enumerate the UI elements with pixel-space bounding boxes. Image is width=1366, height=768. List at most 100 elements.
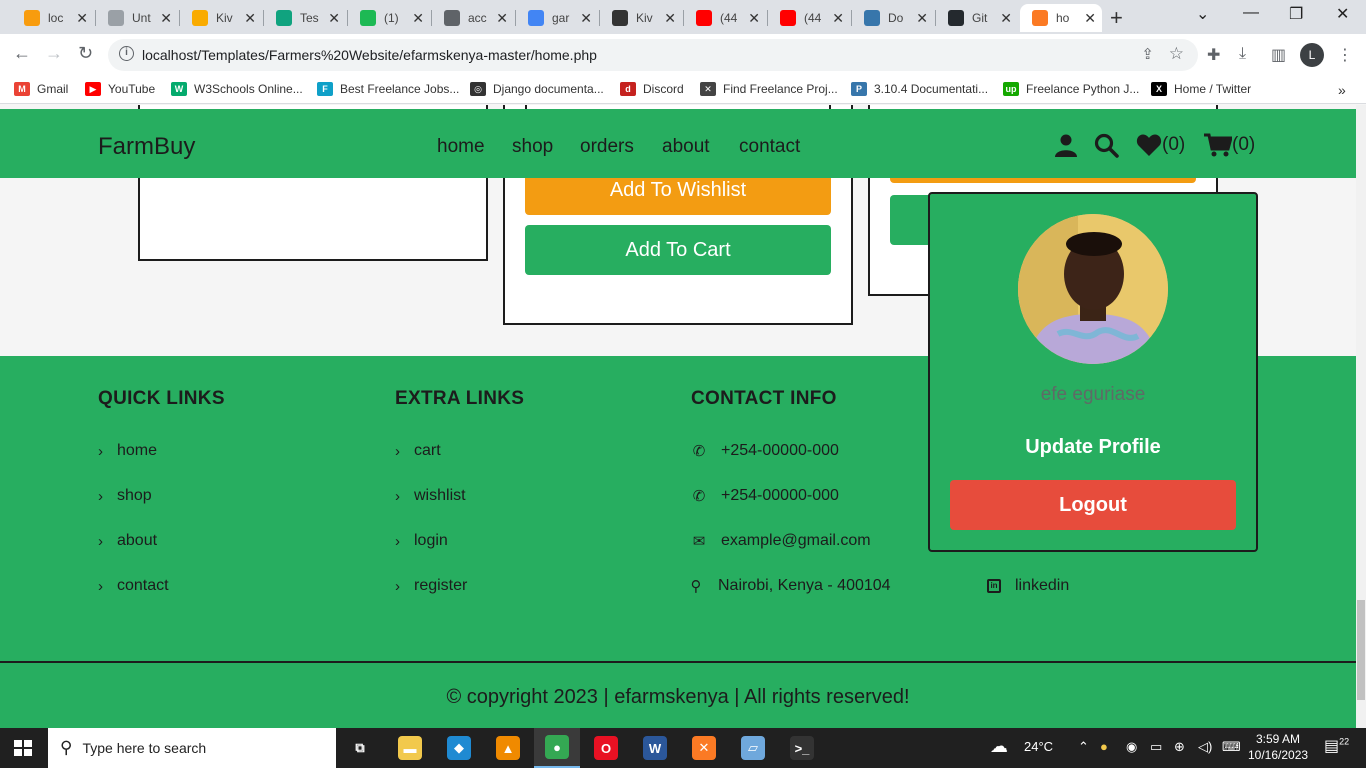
nav-home[interactable]: home — [437, 136, 485, 158]
browser-tab[interactable]: ho ✕ — [1020, 4, 1102, 32]
more-bookmarks-icon[interactable]: » — [1338, 82, 1346, 98]
back-icon[interactable]: ← — [13, 43, 31, 64]
new-tab-button[interactable]: + — [1110, 5, 1123, 31]
app-tray-icon[interactable]: ● — [1100, 739, 1108, 754]
address-bar[interactable]: i localhost/Templates/Farmers%20Website/… — [108, 39, 1198, 71]
taskbar-app[interactable]: ◆ — [436, 728, 482, 768]
nav-contact[interactable]: contact — [739, 136, 800, 158]
footer-link-register[interactable]: › register — [395, 577, 467, 595]
taskbar-app[interactable]: ▬ — [387, 728, 433, 768]
close-tab-icon[interactable]: ✕ — [664, 10, 676, 27]
footer-link-shop[interactable]: › shop — [98, 487, 152, 505]
search-icon[interactable] — [1094, 133, 1120, 165]
browser-tab[interactable]: loc ✕ — [12, 4, 94, 32]
nav-about[interactable]: about — [662, 136, 710, 158]
nav-shop[interactable]: shop — [512, 136, 553, 158]
forward-icon[interactable]: → — [45, 43, 63, 64]
browser-tab[interactable]: Kiv ✕ — [180, 4, 262, 32]
browser-tab[interactable]: Do ✕ — [852, 4, 934, 32]
browser-tab[interactable]: Kiv ✕ — [600, 4, 682, 32]
close-tab-icon[interactable]: ✕ — [76, 10, 88, 27]
close-tab-icon[interactable]: ✕ — [412, 10, 424, 27]
close-tab-icon[interactable]: ✕ — [244, 10, 256, 27]
contact-phone-1[interactable]: ✆ +254-00000-000 — [691, 442, 839, 460]
browser-tab[interactable]: Git ✕ — [936, 4, 1018, 32]
notification-center-icon[interactable]: ▤22 — [1324, 736, 1349, 756]
taskbar-app[interactable]: ▱ — [730, 728, 776, 768]
page-scrollbar[interactable] — [1356, 105, 1366, 728]
taskbar-app[interactable]: ⧉ — [337, 728, 383, 768]
close-tab-icon[interactable]: ✕ — [916, 10, 928, 27]
network-icon[interactable]: ⊕ — [1174, 739, 1185, 755]
bookmark-item[interactable]: X Home / Twitter — [1151, 82, 1251, 96]
user-icon[interactable] — [1054, 133, 1078, 163]
close-tab-icon[interactable]: ✕ — [748, 10, 760, 27]
close-tab-icon[interactable]: ✕ — [1000, 10, 1012, 27]
meet-icon[interactable]: ◉ — [1126, 739, 1137, 755]
site-logo[interactable]: FarmBuy — [98, 133, 195, 161]
browser-tab[interactable]: (44 ✕ — [684, 4, 766, 32]
browser-tab[interactable]: Unt ✕ — [96, 4, 178, 32]
menu-icon[interactable]: ⋮ — [1337, 45, 1353, 65]
close-tab-icon[interactable]: ✕ — [832, 10, 844, 27]
close-window-icon[interactable]: ✕ — [1336, 4, 1349, 24]
taskbar-clock[interactable]: 3:59 AM 10/16/2023 — [1248, 731, 1308, 763]
cart-link[interactable]: (0) — [1204, 133, 1255, 157]
close-tab-icon[interactable]: ✕ — [160, 10, 172, 27]
url-text[interactable]: localhost/Templates/Farmers%20Website/ef… — [142, 47, 597, 63]
weather-icon[interactable]: ☁ — [990, 736, 1008, 757]
maximize-icon[interactable]: ❐ — [1289, 4, 1303, 24]
bookmark-item[interactable]: F Best Freelance Jobs... — [317, 82, 459, 96]
bookmark-item[interactable]: P 3.10.4 Documentati... — [851, 82, 988, 96]
footer-link-about[interactable]: › about — [98, 532, 157, 550]
wishlist-link[interactable]: (0) — [1136, 133, 1185, 157]
reload-icon[interactable]: ↻ — [78, 43, 93, 64]
download-icon[interactable]: ⤓ — [1239, 45, 1246, 63]
taskbar-app[interactable]: ● — [534, 728, 580, 768]
chevron-up-icon[interactable]: ⌃ — [1078, 739, 1089, 755]
footer-social-linkedin[interactable]: in linkedin — [987, 577, 1069, 595]
contact-email[interactable]: ✉ example@gmail.com — [691, 532, 871, 550]
close-tab-icon[interactable]: ✕ — [1084, 10, 1096, 27]
browser-tab[interactable]: (44 ✕ — [768, 4, 850, 32]
taskbar-search-box[interactable]: ⚲ Type here to search — [48, 728, 336, 768]
tab-search-icon[interactable]: ⌄ — [1196, 4, 1209, 24]
footer-link-login[interactable]: › login — [395, 532, 448, 550]
taskbar-app[interactable]: ✕ — [681, 728, 727, 768]
side-panel-icon[interactable]: ▥ — [1271, 45, 1286, 65]
bookmark-item[interactable]: ✕ Find Freelance Proj... — [700, 82, 838, 96]
share-icon[interactable]: ⇪ — [1141, 45, 1154, 63]
volume-icon[interactable]: ◁) — [1198, 739, 1212, 755]
extensions-icon[interactable]: ✚ — [1207, 45, 1220, 65]
browser-tab[interactable]: acc ✕ — [432, 4, 514, 32]
bookmark-item[interactable]: M Gmail — [14, 82, 68, 96]
bookmark-item[interactable]: ◎ Django documenta... — [470, 82, 604, 96]
minimize-icon[interactable]: — — [1243, 4, 1259, 22]
taskbar-app[interactable]: ▲ — [485, 728, 531, 768]
windows-start-icon[interactable] — [14, 740, 32, 756]
close-tab-icon[interactable]: ✕ — [580, 10, 592, 27]
site-info-icon[interactable]: i — [119, 46, 134, 61]
close-tab-icon[interactable]: ✕ — [328, 10, 340, 27]
weather-temp[interactable]: 24°C — [1024, 739, 1053, 754]
scrollbar-thumb[interactable] — [1357, 600, 1365, 700]
logout-button[interactable]: Logout — [950, 480, 1236, 530]
bookmark-item[interactable]: ▶ YouTube — [85, 82, 155, 96]
contact-address[interactable]: ⚲ Nairobi, Kenya - 400104 — [688, 577, 891, 595]
profile-avatar[interactable]: L — [1300, 43, 1324, 67]
close-tab-icon[interactable]: ✕ — [496, 10, 508, 27]
update-profile-link[interactable]: Update Profile — [930, 436, 1256, 459]
footer-link-cart[interactable]: › cart — [395, 442, 441, 460]
footer-link-contact[interactable]: › contact — [98, 577, 169, 595]
keyboard-icon[interactable]: ⌨ — [1222, 739, 1241, 755]
bookmark-item[interactable]: up Freelance Python J... — [1003, 82, 1139, 96]
nav-orders[interactable]: orders — [580, 136, 634, 158]
browser-tab[interactable]: (1) ✕ — [348, 4, 430, 32]
battery-icon[interactable]: ▭ — [1150, 739, 1162, 755]
browser-tab[interactable]: gar ✕ — [516, 4, 598, 32]
footer-link-home[interactable]: › home — [98, 442, 157, 460]
footer-link-wishlist[interactable]: › wishlist — [395, 487, 466, 505]
bookmark-star-icon[interactable]: ☆ — [1169, 44, 1184, 64]
add-to-cart-button[interactable]: Add To Cart — [525, 225, 831, 275]
contact-phone-2[interactable]: ✆ +254-00000-000 — [691, 487, 839, 505]
